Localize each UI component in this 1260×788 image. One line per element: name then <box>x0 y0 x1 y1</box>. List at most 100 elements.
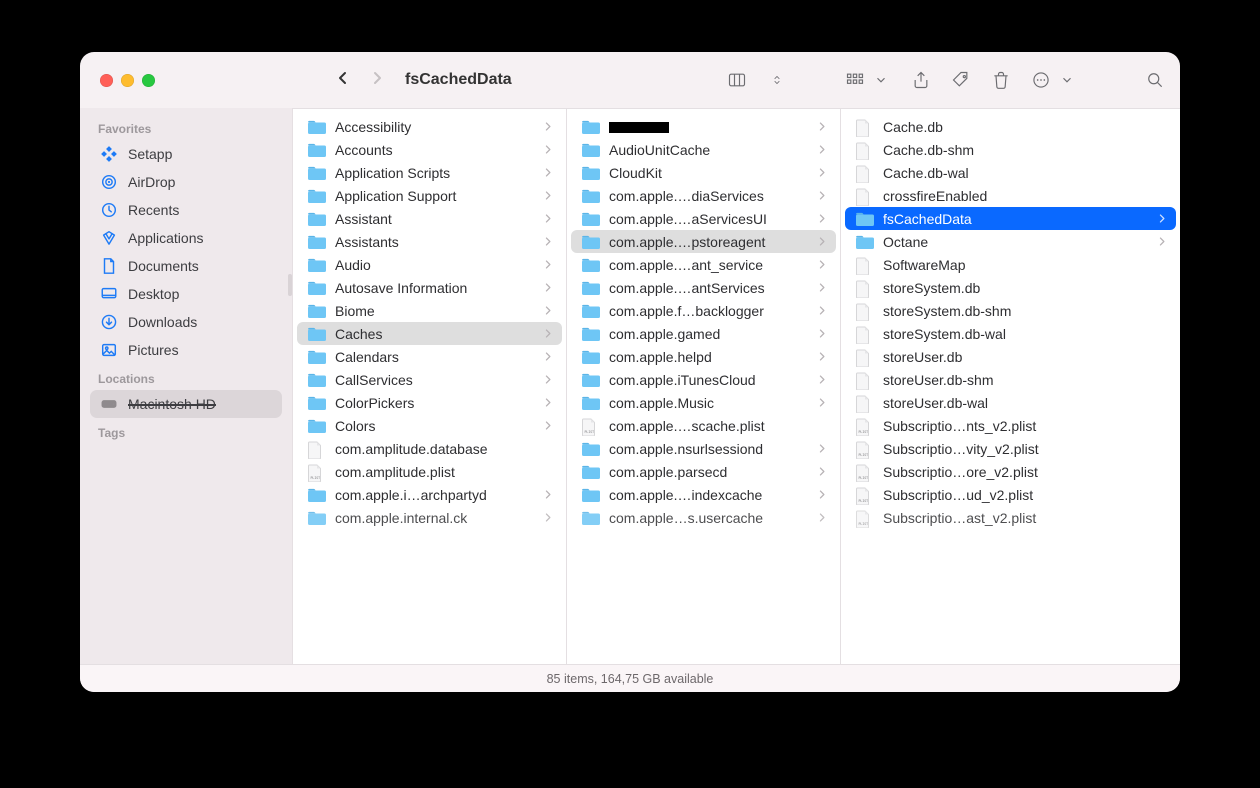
file-row[interactable]: AudioUnitCache <box>571 138 836 161</box>
column-list[interactable]: AudioUnitCacheCloudKitcom.apple.…diaServ… <box>567 109 840 535</box>
sidebar-item-documents[interactable]: Documents <box>90 252 282 280</box>
file-row[interactable]: com.apple…s.usercache <box>571 506 836 529</box>
file-name <box>609 119 809 135</box>
file-name: Cache.db-shm <box>883 142 1168 158</box>
group-by-button-chevron[interactable] <box>870 69 892 91</box>
sidebar-item-desktop[interactable]: Desktop <box>90 280 282 308</box>
file-row[interactable]: com.apple.nsurlsessiond <box>571 437 836 460</box>
file-row[interactable]: Accounts <box>297 138 562 161</box>
file-row[interactable]: com.apple.…diaServices <box>571 184 836 207</box>
file-row[interactable]: Autosave Information <box>297 276 562 299</box>
file-row[interactable]: crossfireEnabled <box>845 184 1176 207</box>
chevron-right-icon <box>817 142 828 158</box>
file-row[interactable]: Application Scripts <box>297 161 562 184</box>
column-1: AudioUnitCacheCloudKitcom.apple.…diaServ… <box>567 109 841 664</box>
file-name: com.apple…s.usercache <box>609 510 809 526</box>
chevron-right-icon <box>1157 234 1168 250</box>
file-row[interactable]: Cache.db-wal <box>845 161 1176 184</box>
column-list[interactable]: Cache.db Cache.db-shm Cache.db-walcrossfir… <box>841 109 1180 535</box>
file-row[interactable]: Colors <box>297 414 562 437</box>
sidebar-item-pictures[interactable]: Pictures <box>90 336 282 364</box>
file-row[interactable]: com.apple.…pstoreagent <box>571 230 836 253</box>
sidebar-item-applications[interactable]: Applications <box>90 224 282 252</box>
file-row[interactable]: fsCachedData <box>845 207 1176 230</box>
file-name: Application Support <box>335 188 535 204</box>
minimize-window-button[interactable] <box>121 74 134 87</box>
file-row[interactable]: com.apple.Music <box>571 391 836 414</box>
file-row[interactable]: SoftwareMap <box>845 253 1176 276</box>
folder-icon <box>307 257 327 273</box>
trash-button[interactable] <box>990 69 1012 91</box>
forward-button[interactable] <box>369 70 385 91</box>
file-row[interactable]: Subscriptio…ud_v2.plist <box>845 483 1176 506</box>
file-row[interactable]: Cache.db-shm <box>845 138 1176 161</box>
file-row[interactable]: Subscriptio…vity_v2.plist <box>845 437 1176 460</box>
file-row[interactable]: Caches <box>297 322 562 345</box>
view-columns-button[interactable] <box>726 69 748 91</box>
setapp-icon <box>100 145 118 163</box>
file-row[interactable]: com.apple.i…archpartyd <box>297 483 562 506</box>
search-button[interactable] <box>1144 69 1166 91</box>
clock-icon <box>100 201 118 219</box>
close-window-button[interactable] <box>100 74 113 87</box>
file-name: storeUser.db-wal <box>883 395 1168 411</box>
sidebar-resize-handle[interactable] <box>288 274 292 296</box>
file-row[interactable]: com.apple.…aServicesUI <box>571 207 836 230</box>
file-row[interactable]: ColorPickers <box>297 391 562 414</box>
view-options-stepper[interactable] <box>766 69 788 91</box>
file-name: Audio <box>335 257 535 273</box>
file-row[interactable]: com.apple.iTunesCloud <box>571 368 836 391</box>
file-row[interactable]: com.apple.helpd <box>571 345 836 368</box>
file-row[interactable]: Cache.db <box>845 115 1176 138</box>
sidebar-item-macintosh-hd[interactable]: Macintosh HD <box>90 390 282 418</box>
sidebar-item-setapp[interactable]: Setapp <box>90 140 282 168</box>
column-0: AccessibilityAccountsApplication Scripts… <box>293 109 567 664</box>
file-name: Subscriptio…vity_v2.plist <box>883 441 1168 457</box>
file-row[interactable]: Assistants <box>297 230 562 253</box>
file-row[interactable]: Subscriptio…ast_v2.plist <box>845 506 1176 529</box>
file-row[interactable]: com.apple.…antServices <box>571 276 836 299</box>
file-row[interactable]: storeUser.db-shm <box>845 368 1176 391</box>
chevron-right-icon <box>543 510 554 526</box>
file-row[interactable]: com.apple.parsecd <box>571 460 836 483</box>
file-row[interactable]: Application Support <box>297 184 562 207</box>
share-button[interactable] <box>910 69 932 91</box>
file-row[interactable]: com.apple.f…backlogger <box>571 299 836 322</box>
file-row[interactable]: Octane <box>845 230 1176 253</box>
file-row[interactable]: storeUser.db-wal <box>845 391 1176 414</box>
sidebar-item-airdrop[interactable]: AirDrop <box>90 168 282 196</box>
file-row[interactable]: Biome <box>297 299 562 322</box>
file-row[interactable]: CloudKit <box>571 161 836 184</box>
group-by-button[interactable] <box>844 69 866 91</box>
file-row[interactable]: com.apple.…scache.plist <box>571 414 836 437</box>
file-row[interactable]: com.apple.…ant_service <box>571 253 836 276</box>
zoom-window-button[interactable] <box>142 74 155 87</box>
file-row[interactable]: storeUser.db <box>845 345 1176 368</box>
file-row[interactable]: storeSystem.db <box>845 276 1176 299</box>
tags-button[interactable] <box>950 69 972 91</box>
file-row[interactable]: com.amplitude.plist <box>297 460 562 483</box>
more-button[interactable] <box>1030 69 1052 91</box>
file-row[interactable]: Accessibility <box>297 115 562 138</box>
sidebar-item-recents[interactable]: Recents <box>90 196 282 224</box>
file-row[interactable]: com.amplitude.database <box>297 437 562 460</box>
file-row[interactable]: Subscriptio…nts_v2.plist <box>845 414 1176 437</box>
file-icon <box>855 487 875 503</box>
back-button[interactable] <box>335 70 351 91</box>
file-row[interactable]: CallServices <box>297 368 562 391</box>
file-name: com.apple.…pstoreagent <box>609 234 809 250</box>
file-row[interactable]: com.apple.gamed <box>571 322 836 345</box>
sidebar-item-downloads[interactable]: Downloads <box>90 308 282 336</box>
file-row[interactable] <box>571 115 836 138</box>
file-row[interactable]: Subscriptio…ore_v2.plist <box>845 460 1176 483</box>
more-button-chevron[interactable] <box>1056 69 1078 91</box>
file-row[interactable]: storeSystem.db-wal <box>845 322 1176 345</box>
file-row[interactable]: com.apple.internal.ck <box>297 506 562 529</box>
column-list[interactable]: AccessibilityAccountsApplication Scripts… <box>293 109 566 535</box>
file-icon <box>855 280 875 296</box>
file-row[interactable]: storeSystem.db-shm <box>845 299 1176 322</box>
file-row[interactable]: Audio <box>297 253 562 276</box>
file-row[interactable]: Calendars <box>297 345 562 368</box>
file-row[interactable]: Assistant <box>297 207 562 230</box>
file-row[interactable]: com.apple.…indexcache <box>571 483 836 506</box>
